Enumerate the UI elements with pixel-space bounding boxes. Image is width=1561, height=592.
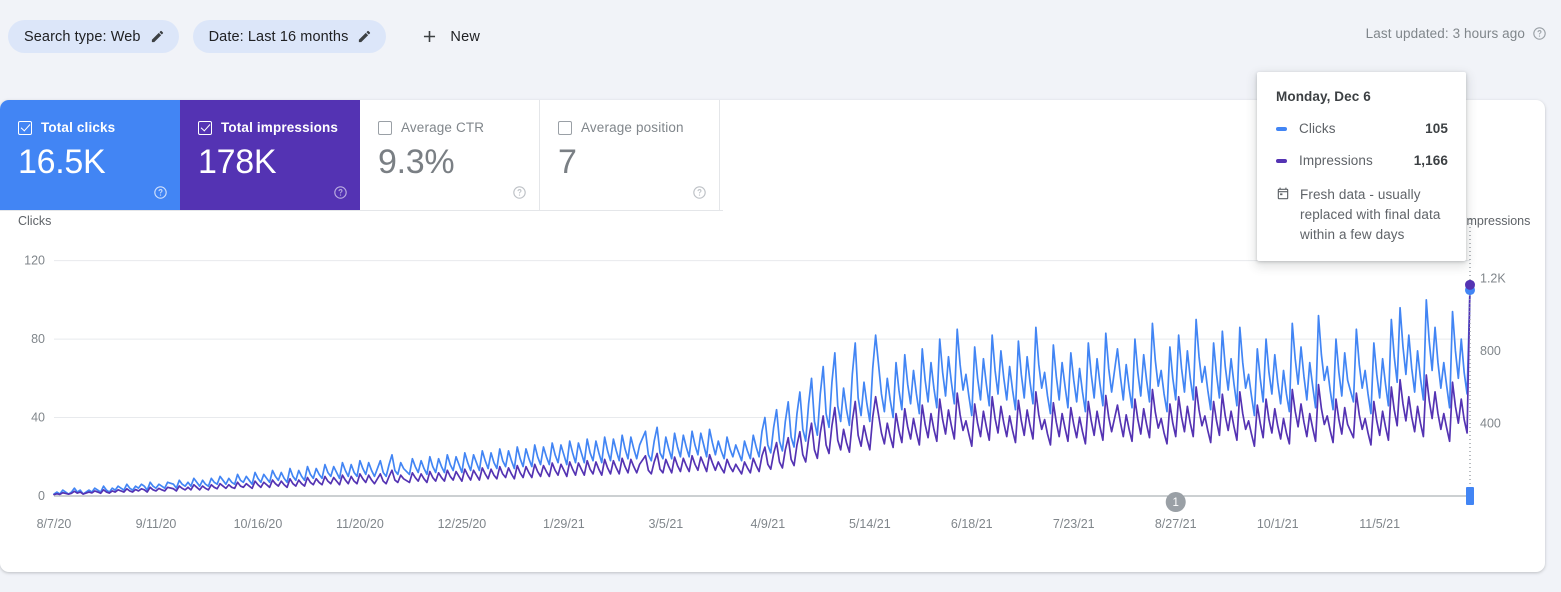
metric-card-total-impressions[interactable]: Total impressions 178K — [180, 100, 360, 210]
filter-chip-search-type[interactable]: Search type: Web — [8, 20, 179, 53]
metric-cards-row: Total clicks 16.5K Total impressions 178… — [0, 100, 723, 211]
metric-card-average-position[interactable]: Average position 7 — [540, 100, 720, 210]
tooltip-row-clicks: Clicks 105 — [1276, 121, 1448, 136]
metric-head: Average position — [558, 120, 719, 135]
metric-card-average-ctr[interactable]: Average CTR 9.3% — [360, 100, 540, 210]
filter-bar: Search type: Web Date: Last 16 months Ne… — [0, 0, 1561, 73]
metric-value-average-ctr: 9.3% — [378, 143, 455, 181]
tooltip-note-text: Fresh data - usually replaced with final… — [1300, 187, 1441, 242]
metric-value-total-impressions: 178K — [198, 143, 277, 181]
help-circle-icon[interactable] — [692, 185, 707, 200]
svg-text:7/23/21: 7/23/21 — [1053, 517, 1095, 531]
new-filter-button[interactable]: New — [406, 20, 494, 53]
help-circle-icon[interactable] — [333, 185, 348, 200]
metric-head: Total clicks — [18, 120, 180, 135]
performance-chart-svg[interactable]: Clicks Impressions 0 40 80 120 400 800 1.2K 8/7/2… — [0, 211, 1545, 572]
tooltip-row-impressions: Impressions 1,166 — [1276, 153, 1448, 168]
svg-text:9/11/20: 9/11/20 — [136, 517, 177, 531]
svg-text:1: 1 — [1173, 497, 1179, 509]
svg-text:4/9/21: 4/9/21 — [750, 517, 785, 531]
tooltip-fresh-data-note: Fresh data - usually replaced with final… — [1276, 185, 1448, 245]
legend-swatch-impressions — [1276, 158, 1287, 163]
chart-tooltip: Monday, Dec 6 Clicks 105 Impressions 1,1… — [1257, 72, 1466, 261]
svg-text:12/25/20: 12/25/20 — [438, 517, 487, 531]
metric-label-total-impressions: Total impressions — [221, 120, 339, 135]
svg-text:120: 120 — [24, 254, 45, 268]
svg-text:1/29/21: 1/29/21 — [543, 517, 585, 531]
last-updated: Last updated: 3 hours ago — [1366, 26, 1547, 41]
metric-value-average-position: 7 — [558, 143, 577, 181]
svg-text:8/7/20: 8/7/20 — [37, 517, 72, 531]
metric-card-total-clicks[interactable]: Total clicks 16.5K — [0, 100, 180, 210]
performance-chart[interactable]: Clicks Impressions 0 40 80 120 400 800 1.2K 8/7/2… — [0, 211, 1545, 572]
calendar-icon — [1276, 187, 1290, 201]
legend-swatch-clicks — [1276, 126, 1287, 131]
new-filter-label: New — [450, 28, 481, 45]
metric-checkbox-total-impressions[interactable] — [198, 120, 212, 135]
help-circle-icon[interactable] — [512, 185, 527, 200]
metric-label-average-ctr: Average CTR — [401, 120, 485, 135]
filter-chip-date[interactable]: Date: Last 16 months — [192, 20, 387, 53]
filter-chip-date-label: Date: Last 16 months — [208, 28, 349, 45]
svg-text:10/16/20: 10/16/20 — [234, 517, 283, 531]
svg-text:11/5/21: 11/5/21 — [1359, 517, 1400, 531]
svg-text:800: 800 — [1480, 344, 1501, 358]
metric-checkbox-average-position[interactable] — [558, 120, 572, 135]
help-circle-icon[interactable] — [1532, 26, 1547, 41]
metric-label-total-clicks: Total clicks — [41, 120, 116, 135]
metric-checkbox-total-clicks[interactable] — [18, 120, 32, 135]
filter-chip-search-type-label: Search type: Web — [24, 28, 141, 45]
svg-text:400: 400 — [1480, 417, 1501, 431]
svg-text:Clicks: Clicks — [18, 214, 51, 228]
svg-text:0: 0 — [38, 489, 45, 503]
svg-text:8/27/21: 8/27/21 — [1155, 517, 1197, 531]
tooltip-date: Monday, Dec 6 — [1276, 89, 1371, 104]
svg-text:Impressions: Impressions — [1463, 214, 1530, 228]
pencil-icon — [150, 29, 165, 44]
svg-text:11/20/20: 11/20/20 — [336, 517, 384, 531]
plus-icon — [420, 27, 439, 46]
svg-text:80: 80 — [31, 332, 45, 346]
metric-value-total-clicks: 16.5K — [18, 143, 106, 181]
tooltip-value-impressions: 1,166 — [1413, 153, 1448, 168]
pencil-icon — [357, 29, 372, 44]
tooltip-label-impressions: Impressions — [1299, 153, 1373, 168]
svg-text:10/1/21: 10/1/21 — [1257, 517, 1299, 531]
metric-label-average-position: Average position — [581, 120, 684, 135]
tooltip-label-clicks: Clicks — [1299, 121, 1336, 136]
tooltip-value-clicks: 105 — [1425, 121, 1448, 136]
svg-text:1.2K: 1.2K — [1480, 272, 1506, 286]
svg-text:40: 40 — [31, 411, 45, 425]
metric-checkbox-average-ctr[interactable] — [378, 120, 392, 135]
last-updated-text: Last updated: 3 hours ago — [1365, 26, 1525, 41]
svg-text:5/14/21: 5/14/21 — [849, 517, 891, 531]
metric-head: Average CTR — [378, 120, 539, 135]
metric-head: Total impressions — [198, 120, 360, 135]
help-circle-icon[interactable] — [153, 185, 168, 200]
svg-text:3/5/21: 3/5/21 — [648, 517, 683, 531]
svg-text:6/18/21: 6/18/21 — [951, 517, 993, 531]
